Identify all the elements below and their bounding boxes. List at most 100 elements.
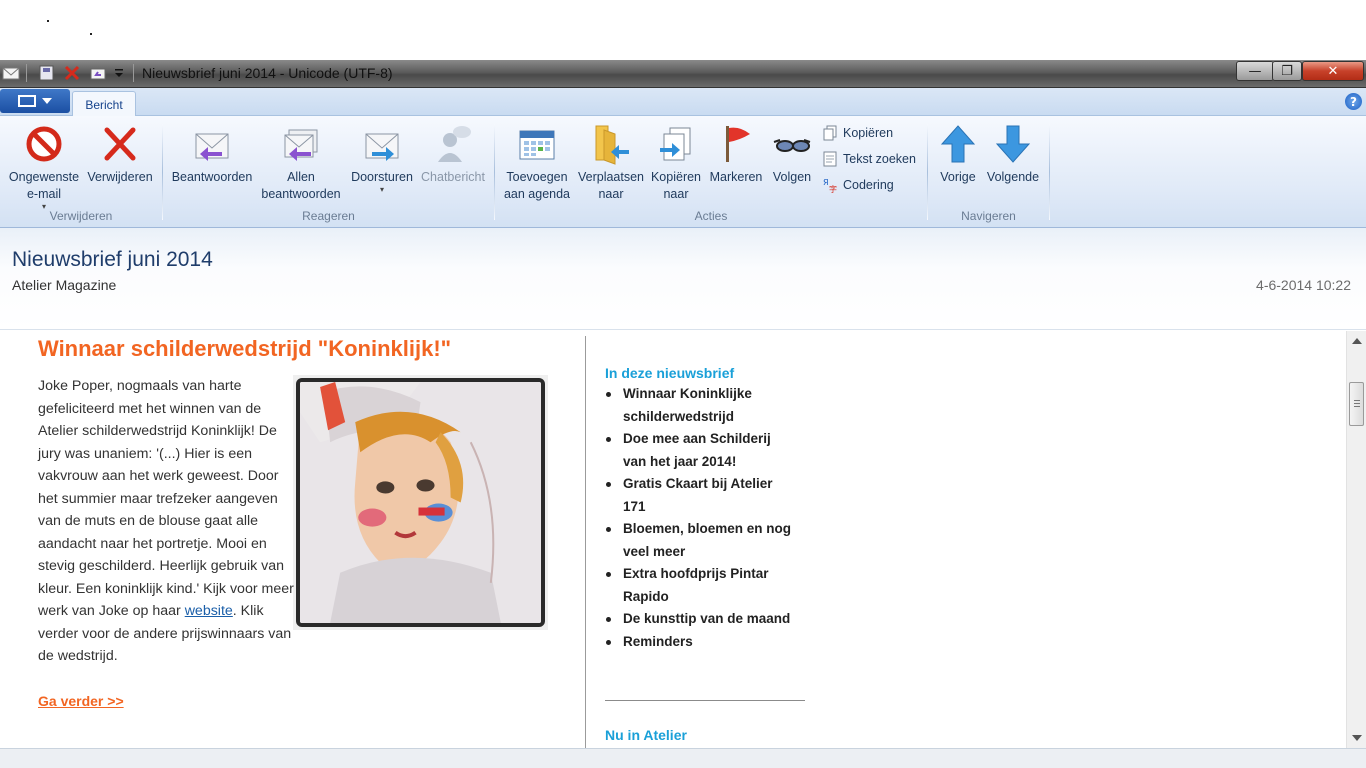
move-to-button[interactable]: Verplaatsen naar: [576, 122, 646, 203]
reply-all-envelope-icon: [284, 129, 318, 161]
add-to-calendar-button[interactable]: Toevoegen aan agenda: [498, 122, 576, 203]
forward-button[interactable]: Doorsturen ▾: [346, 122, 418, 194]
reply-label: Beantwoorden: [171, 170, 253, 184]
next-button[interactable]: Volgende: [983, 122, 1043, 186]
group-separator: [494, 124, 495, 220]
chat-label: Chatbericht: [421, 170, 485, 184]
app-menu-button[interactable]: [0, 89, 70, 113]
junk-mail-label-1: Ongewenste: [8, 170, 80, 184]
group-label-acties: Acties: [694, 209, 728, 223]
toc-item[interactable]: De kunsttip van de maand: [605, 608, 795, 631]
message-body: Winnaar schilderwedstrijd "Koninklijk!": [0, 331, 1346, 748]
message-date: 4-6-2014 10:22: [1256, 277, 1351, 293]
group-label-verwijderen: Verwijderen: [49, 209, 113, 223]
watch-button[interactable]: Volgen: [766, 122, 818, 186]
reply-icon[interactable]: [89, 65, 107, 81]
help-icon[interactable]: ?: [1345, 93, 1362, 110]
tab-bericht[interactable]: Bericht: [72, 91, 136, 117]
close-icon: ✕: [1327, 63, 1339, 79]
calendar-icon: [519, 130, 555, 160]
restore-icon: ❐: [1281, 63, 1293, 79]
message-header: Nieuwsbrief juni 2014 Atelier Magazine 4…: [0, 228, 1366, 330]
copy-to-label-2: naar: [663, 187, 689, 201]
reply-envelope-icon: [195, 133, 229, 161]
title-divider: [26, 64, 27, 82]
toc-item[interactable]: Bloemen, bloemen en nog veel meer: [605, 518, 795, 563]
mail-app-icon: [2, 67, 20, 80]
status-bar: [0, 748, 1366, 768]
article-title: Winnaar schilderwedstrijd "Koninklijk!": [38, 336, 452, 361]
nu-in-atelier-title: Nu in Atelier: [605, 727, 687, 743]
copy-button[interactable]: Kopiëren: [822, 123, 893, 143]
title-divider: [133, 64, 134, 82]
copy-to-label-1: Kopiëren: [650, 170, 702, 184]
reply-all-button[interactable]: Allen beantwoorden: [257, 122, 345, 203]
vertical-scrollbar[interactable]: [1346, 331, 1366, 748]
toc-list: Winnaar Koninklijke schilderwedstrijd Do…: [605, 383, 795, 653]
stray-dot: [47, 20, 49, 22]
group-separator: [1049, 124, 1050, 220]
reply-button[interactable]: Beantwoorden: [168, 122, 256, 186]
section-divider: [605, 700, 805, 701]
delete-button[interactable]: Verwijderen: [84, 122, 156, 186]
minimize-button[interactable]: —: [1236, 61, 1274, 81]
next-label: Volgende: [986, 170, 1040, 184]
website-link[interactable]: website: [185, 603, 233, 619]
find-text-button[interactable]: Tekst zoeken: [822, 149, 916, 169]
junk-mail-label-2: e-mail: [26, 187, 62, 201]
chat-button[interactable]: Chatbericht: [418, 122, 488, 186]
restore-button[interactable]: ❐: [1272, 61, 1302, 81]
move-folder-icon: [595, 125, 629, 165]
group-separator: [927, 124, 928, 220]
message-sender: Atelier Magazine: [12, 277, 117, 293]
desktop-strip: [0, 0, 1366, 60]
document-icon: [823, 151, 837, 167]
column-divider: [585, 336, 586, 748]
toc-item[interactable]: Extra hoofdprijs Pintar Rapido: [605, 563, 795, 608]
scroll-down-icon[interactable]: [1352, 735, 1362, 741]
encoding-icon: Я 字: [823, 178, 837, 193]
minimize-icon: —: [1248, 63, 1262, 79]
group-label-reageren: Reageren: [302, 209, 355, 223]
scroll-thumb[interactable]: [1349, 382, 1364, 426]
encoding-button[interactable]: Я 字 Codering: [822, 175, 894, 195]
glasses-icon: [773, 139, 811, 152]
junk-mail-button[interactable]: Ongewenste e-mail ▾: [6, 122, 82, 211]
chevron-down-icon: ▾: [379, 185, 384, 194]
move-to-label-2: naar: [598, 187, 624, 201]
flag-button[interactable]: Markeren: [706, 122, 766, 186]
flag-label: Markeren: [709, 170, 763, 184]
title-bar: Nieuwsbrief juni 2014 - Unicode (UTF-8) …: [0, 60, 1366, 88]
add-to-calendar-label-1: Toevoegen: [506, 170, 568, 184]
reply-all-label-1: Allen: [287, 170, 315, 184]
message-subject: Nieuwsbrief juni 2014: [12, 248, 213, 271]
article-text: Joke Poper, nogmaals van harte gefelicit…: [38, 375, 296, 668]
previous-button[interactable]: Vorige: [934, 122, 982, 186]
mail-window: Nieuwsbrief juni 2014 - Unicode (UTF-8) …: [0, 0, 1366, 768]
flag-icon: [726, 126, 750, 162]
toc-item[interactable]: Reminders: [605, 631, 795, 654]
delete-label: Verwijderen: [87, 170, 153, 184]
copy-to-button[interactable]: Kopiëren naar: [647, 122, 705, 203]
app-menu-icon: [18, 95, 36, 107]
find-text-label: Tekst zoeken: [843, 152, 916, 166]
article-image: [293, 375, 548, 630]
arrow-up-icon: [940, 125, 976, 163]
previous-label: Vorige: [940, 170, 976, 184]
quick-access-dropdown-icon[interactable]: [113, 65, 125, 81]
delete-icon[interactable]: [63, 65, 81, 81]
forward-envelope-icon: [365, 133, 399, 161]
toc-item[interactable]: Gratis Ckaart bij Atelier 171: [605, 473, 795, 518]
copy-icon: [823, 125, 837, 141]
save-icon[interactable]: [38, 65, 56, 81]
scroll-up-icon[interactable]: [1352, 338, 1362, 344]
toc-item[interactable]: Winnaar Koninklijke schilderwedstrijd: [605, 383, 795, 428]
close-button[interactable]: ✕: [1302, 61, 1364, 81]
toc-item[interactable]: Doe mee aan Schilderij van het jaar 2014…: [605, 428, 795, 473]
group-label-navigeren: Navigeren: [961, 209, 1016, 223]
read-more-link[interactable]: Ga verder >>: [38, 693, 124, 709]
ribbon-tab-row: Bericht ?: [0, 88, 1366, 117]
watch-label: Volgen: [772, 170, 812, 184]
reply-all-label-2: beantwoorden: [261, 187, 341, 201]
forward-label: Doorsturen: [351, 170, 413, 184]
